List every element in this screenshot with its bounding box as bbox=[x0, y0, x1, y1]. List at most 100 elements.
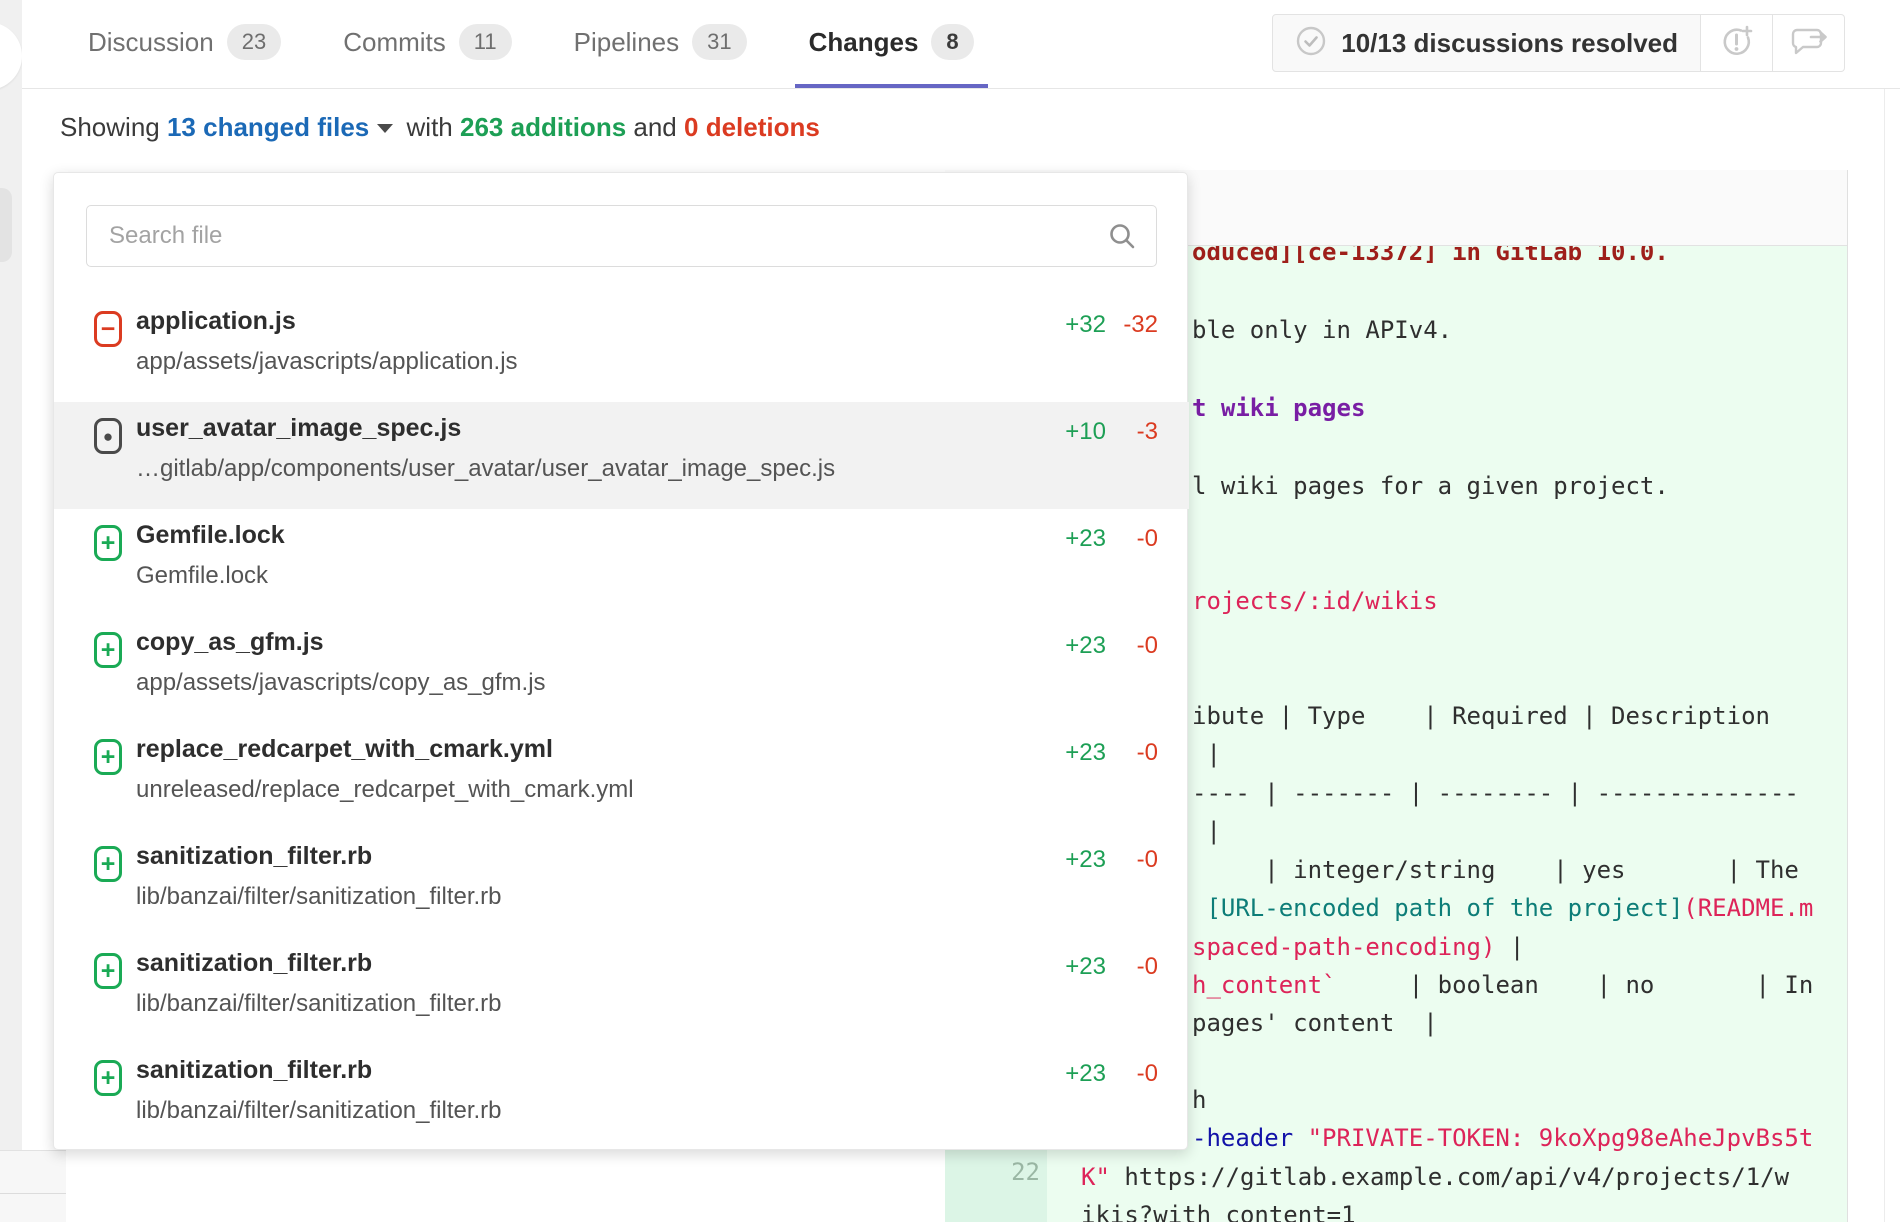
tab-changes[interactable]: Changes 8 bbox=[795, 0, 988, 88]
tab-pipelines[interactable]: Pipelines 31 bbox=[560, 0, 761, 88]
discussions-resolved-button[interactable]: 10/13 discussions resolved bbox=[1272, 14, 1701, 72]
diff-code-line: K" https://gitlab.example.com/api/v4/pro… bbox=[1081, 1158, 1789, 1196]
tab-count-badge: 23 bbox=[227, 24, 281, 60]
file-row[interactable]: ● user_avatar_image_spec.js …gitlab/app/co… bbox=[54, 402, 1189, 509]
file-path: …gitlab/app/components/user_avatar/user_… bbox=[136, 455, 835, 483]
file-name: sanitization_filter.rb bbox=[136, 949, 372, 978]
tab-count-badge: 11 bbox=[459, 24, 512, 60]
check-circle-icon bbox=[1295, 25, 1327, 62]
diff-code-line: rojects/:id/wikis bbox=[1192, 582, 1438, 620]
file-additions-count: +23 bbox=[1036, 632, 1106, 660]
file-row[interactable]: −application.js app/assets/javascripts/ap… bbox=[54, 295, 1189, 402]
with-label: with bbox=[407, 112, 453, 142]
diff-code-line: h_content` | boolean | no | In bbox=[1192, 966, 1813, 1004]
resolve-in-new-issue-button[interactable] bbox=[1701, 14, 1773, 72]
changed-files-summary: Showing 13 changed files with 263 additi… bbox=[60, 112, 820, 143]
tab-commits[interactable]: Commits 11 bbox=[329, 0, 525, 88]
file-additions-count: +23 bbox=[1036, 953, 1106, 981]
additions-count: 263 additions bbox=[460, 112, 626, 142]
file-removed-icon: − bbox=[94, 311, 122, 347]
file-additions-count: +23 bbox=[1036, 739, 1106, 767]
file-deletions-count: -32 bbox=[1110, 311, 1158, 339]
file-additions-count: +23 bbox=[1036, 846, 1106, 874]
file-path: lib/banzai/filter/sanitization_filter.rb bbox=[136, 1097, 502, 1125]
merge-request-changes-page: 22 oduced][ce-13372] in GitLab 10.0.ble … bbox=[0, 0, 1900, 1222]
file-deletions-count: -0 bbox=[1110, 739, 1158, 767]
file-added-icon: + bbox=[94, 846, 122, 882]
search-file-input[interactable] bbox=[86, 205, 1157, 267]
diff-code-line: ble only in APIv4. bbox=[1192, 311, 1452, 349]
file-deletions-count: -0 bbox=[1110, 1060, 1158, 1088]
deletions-count: 0 deletions bbox=[684, 112, 820, 142]
diff-code-line: | integer/string | yes | The bbox=[1192, 851, 1799, 889]
file-additions-count: +23 bbox=[1036, 525, 1106, 553]
file-added-icon: + bbox=[94, 1060, 122, 1096]
chevron-down-icon bbox=[377, 124, 393, 133]
diff-code-line: | bbox=[1192, 812, 1221, 850]
changed-files-dropdown-link[interactable]: 13 changed files bbox=[167, 112, 369, 142]
file-deletions-count: -0 bbox=[1110, 525, 1158, 553]
file-added-icon: + bbox=[94, 739, 122, 775]
file-row[interactable]: + sanitization_filter.rb lib/banzai/filter… bbox=[54, 830, 1189, 937]
diff-line-number: 22 bbox=[945, 1158, 1040, 1186]
file-row[interactable]: + replace_redcarpet_with_cmark.ymlunrelea… bbox=[54, 723, 1189, 830]
file-row[interactable]: + sanitization_filter.rb lib/banzai/filter… bbox=[54, 1044, 1189, 1151]
file-added-icon: + bbox=[94, 632, 122, 668]
file-deletions-count: -0 bbox=[1110, 632, 1158, 660]
and-label: and bbox=[633, 112, 676, 142]
issue-new-icon bbox=[1719, 23, 1755, 64]
diff-code-line: -header "PRIVATE-TOKEN: 9koXpg98eAheJpvB… bbox=[1192, 1119, 1813, 1157]
tab-label: Changes bbox=[809, 27, 919, 58]
diff-code-line: ---- | ------- | -------- | ------------… bbox=[1192, 774, 1799, 812]
file-path: lib/banzai/filter/sanitization_filter.rb bbox=[136, 883, 502, 911]
file-added-icon: + bbox=[94, 525, 122, 561]
tab-label: Pipelines bbox=[574, 27, 680, 58]
file-path: Gemfile.lock bbox=[136, 562, 268, 590]
file-name: replace_redcarpet_with_cmark.yml bbox=[136, 735, 553, 764]
tab-count-badge: 31 bbox=[692, 24, 746, 60]
diff-code-line: t wiki pages bbox=[1192, 389, 1365, 427]
diff-code-line: pages' content | bbox=[1192, 1004, 1438, 1042]
file-name: Gemfile.lock bbox=[136, 521, 285, 550]
file-name: user_avatar_image_spec.js bbox=[136, 414, 461, 443]
bottom-left-page-fragment bbox=[0, 1150, 66, 1222]
file-row[interactable]: + Gemfile.lock Gemfile.lock +23-0 bbox=[54, 509, 1189, 616]
tab-label: Discussion bbox=[88, 27, 214, 58]
right-edge-divider bbox=[1884, 0, 1885, 1222]
file-additions-count: +32 bbox=[1036, 311, 1106, 339]
file-row[interactable]: +sanitization_filter.rblib/banzai/filter… bbox=[54, 937, 1189, 1044]
file-additions-count: +23 bbox=[1036, 1060, 1106, 1088]
file-path: app/assets/javascripts/application.js bbox=[136, 348, 518, 376]
file-modified-icon: ● bbox=[94, 418, 122, 454]
file-deletions-count: -0 bbox=[1110, 846, 1158, 874]
diff-code-line: | bbox=[1192, 735, 1221, 773]
changed-file-list: −application.js app/assets/javascripts/ap… bbox=[54, 295, 1189, 1151]
file-search-dropdown: −application.js app/assets/javascripts/ap… bbox=[53, 172, 1188, 1150]
tab-count-badge: 8 bbox=[931, 24, 973, 60]
file-path: app/assets/javascripts/copy_as_gfm.js bbox=[136, 669, 546, 697]
discussions-resolved-label: 10/13 discussions resolved bbox=[1341, 28, 1678, 59]
file-deletions-count: -3 bbox=[1110, 418, 1158, 446]
discussion-actions: 10/13 discussions resolved bbox=[1272, 14, 1845, 72]
tab-label: Commits bbox=[343, 27, 446, 58]
file-added-icon: + bbox=[94, 953, 122, 989]
jump-to-next-discussion-button[interactable] bbox=[1773, 14, 1845, 72]
file-additions-count: +10 bbox=[1036, 418, 1106, 446]
diff-code-line: spaced-path-encoding) | bbox=[1192, 928, 1524, 966]
partial-pill-decoration bbox=[0, 188, 12, 262]
file-name: copy_as_gfm.js bbox=[136, 628, 324, 657]
showing-label: Showing bbox=[60, 112, 160, 142]
file-row[interactable]: + copy_as_gfm.js app/assets/javascripts/co… bbox=[54, 616, 1189, 723]
diff-code-line: ibute | Type | Required | Description bbox=[1192, 697, 1770, 735]
diff-code-line: [URL-encoded path of the project](README… bbox=[1192, 889, 1813, 927]
search-icon bbox=[1107, 221, 1137, 256]
file-name: sanitization_filter.rb bbox=[136, 842, 372, 871]
bottom-left-divider bbox=[0, 1193, 66, 1194]
file-name: application.js bbox=[136, 307, 296, 336]
file-path: unreleased/replace_redcarpet_with_cmark.… bbox=[136, 776, 634, 804]
diff-code-line: ikis?with_content=1 bbox=[1081, 1196, 1356, 1222]
diff-code-line: l wiki pages for a given project. bbox=[1192, 467, 1669, 505]
comment-next-icon bbox=[1789, 24, 1829, 63]
file-name: sanitization_filter.rb bbox=[136, 1056, 372, 1085]
tab-discussion[interactable]: Discussion 23 bbox=[74, 0, 295, 88]
